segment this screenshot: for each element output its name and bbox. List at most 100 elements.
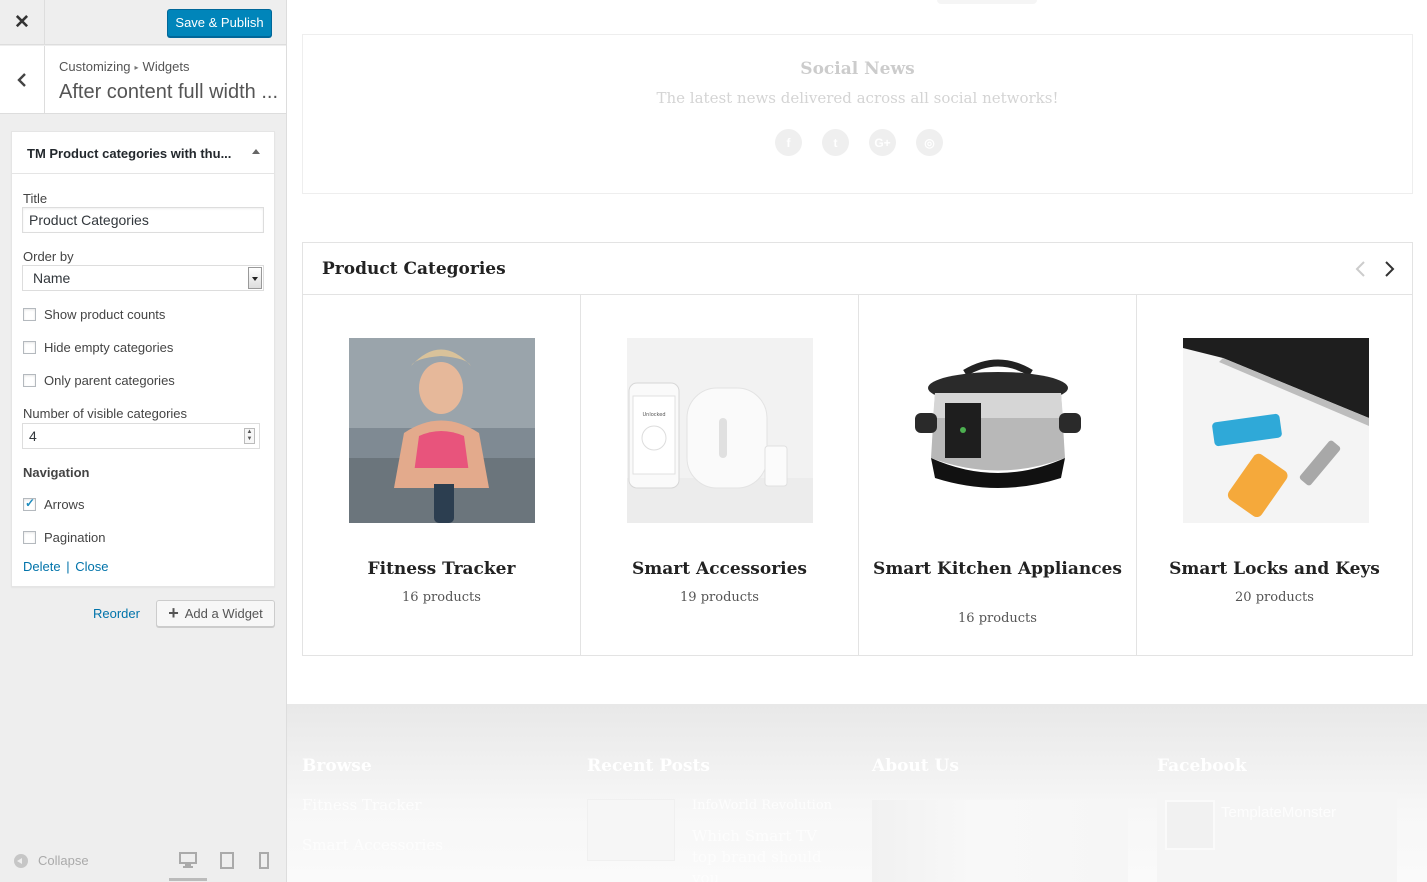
decorative-shape <box>937 0 1037 4</box>
back-button[interactable] <box>0 46 45 114</box>
category-count: 19 products <box>680 590 759 605</box>
facebook-icon[interactable]: f <box>775 129 802 156</box>
pagination-label: Pagination <box>44 530 106 545</box>
chevron-left-icon <box>17 73 26 87</box>
order-by-select[interactable]: Name <box>22 265 264 291</box>
title-input[interactable]: Product Categories <box>22 207 264 233</box>
arrows-option[interactable]: Arrows <box>23 496 85 512</box>
category-count: 16 products <box>402 590 481 605</box>
section-header: Customizing ▸ Widgets After content full w… <box>0 46 286 114</box>
arrows-checkbox[interactable] <box>23 496 36 511</box>
social-news-title: Social News <box>800 59 915 79</box>
customizer-sidebar: ✕ Save & Publish Customizing ▸ Widgets Aft… <box>0 0 287 882</box>
customizer-header-actions: ✕ Save & Publish <box>0 0 286 45</box>
close-customizer-button[interactable]: ✕ <box>0 0 45 45</box>
google-plus-icon[interactable]: G+ <box>869 129 896 156</box>
only-parent-option[interactable]: Only parent categories <box>23 373 175 388</box>
category-count: 20 products <box>1235 590 1314 605</box>
chevron-left-icon[interactable] <box>1354 259 1366 279</box>
product-categories-header: Product Categories <box>303 243 1412 295</box>
hide-empty-label: Hide empty categories <box>44 340 174 355</box>
breadcrumb-root: Customizing <box>59 59 131 74</box>
hide-empty-option[interactable]: Hide empty categories <box>23 340 173 355</box>
title-label: Title <box>23 191 48 206</box>
product-categories-title: Product Categories <box>322 259 506 279</box>
post-thumbnail-image[interactable] <box>587 799 675 861</box>
desktop-preview-icon[interactable] <box>169 852 207 881</box>
number-spinner-icon[interactable]: ▲ ▼ <box>244 428 255 444</box>
templatemonster-logo-icon <box>1165 800 1215 850</box>
twitter-icon[interactable]: t <box>822 129 849 156</box>
category-card[interactable]: Smart Kitchen Appliances 16 products <box>859 295 1137 655</box>
site-footer: Browse Fitness Tracker Smart Accessories… <box>287 704 1427 882</box>
close-icon: ✕ <box>14 12 30 33</box>
facebook-page-name[interactable]: TemplateMonster <box>1221 804 1336 821</box>
footer-browse-link[interactable]: Fitness Tracker <box>302 796 422 814</box>
widget-header[interactable]: TM Product categories with thu... <box>12 132 274 174</box>
customizer-footer: Collapse <box>0 842 286 882</box>
arrows-label: Arrows <box>44 497 85 512</box>
category-name[interactable]: Fitness Tracker <box>313 558 570 581</box>
delete-widget-link[interactable]: Delete <box>23 559 61 574</box>
footer-facebook-heading: Facebook <box>1157 756 1247 776</box>
category-name[interactable]: Smart Kitchen Appliances <box>869 558 1126 581</box>
category-count: 16 products <box>958 611 1037 626</box>
category-card[interactable]: Fitness Tracker 16 products <box>303 295 581 655</box>
smart-kitchen-appliances-image[interactable] <box>905 338 1091 523</box>
smart-locks-and-keys-image[interactable] <box>1183 338 1369 523</box>
show-counts-checkbox[interactable] <box>23 308 36 321</box>
plus-icon: + <box>168 603 179 623</box>
post-title-link[interactable]: Which Smart TV top brand should you <box>692 826 842 882</box>
footer-browse-heading: Browse <box>302 756 372 776</box>
category-card[interactable]: Unlocked Smart Accessories 19 products <box>581 295 859 655</box>
fitness-tracker-image[interactable] <box>349 338 535 523</box>
footer-browse-link[interactable]: Smart Accessories <box>302 836 443 854</box>
post-meta: InfoWorld Revolution <box>692 798 833 813</box>
dropdown-arrow-icon <box>248 267 262 289</box>
collapse-label: Collapse <box>38 853 89 868</box>
site-preview: Social News The latest news delivered ac… <box>287 0 1427 882</box>
footer-recent-posts-heading: Recent Posts <box>587 756 710 776</box>
product-categories-grid: Fitness Tracker 16 products Unlocked Sma… <box>303 295 1412 655</box>
widget-actions: Delete | Close <box>23 559 108 574</box>
visible-categories-value: 4 <box>29 428 37 444</box>
navigation-heading: Navigation <box>23 465 90 480</box>
pagination-option[interactable]: Pagination <box>23 530 105 545</box>
social-icons: f t G+ ◎ <box>775 129 943 156</box>
chevron-right-icon[interactable] <box>1384 259 1396 279</box>
breadcrumb-separator-icon: ▸ <box>134 63 139 72</box>
category-card[interactable]: Smart Locks and Keys 20 products <box>1137 295 1412 655</box>
facebook-page-widget[interactable]: TemplateMonster <box>1157 792 1397 882</box>
order-by-value: Name <box>33 270 71 286</box>
collapse-button[interactable]: Collapse <box>14 853 89 868</box>
save-publish-button[interactable]: Save & Publish <box>167 9 272 37</box>
hide-empty-checkbox[interactable] <box>23 341 36 354</box>
widget-title: TM Product categories with thu... <box>27 146 232 161</box>
social-news-subtitle: The latest news delivered across all soc… <box>656 89 1059 107</box>
about-us-image <box>872 800 1128 882</box>
visible-categories-input[interactable]: 4 ▲ ▼ <box>22 423 260 449</box>
category-name[interactable]: Smart Locks and Keys <box>1147 558 1402 581</box>
add-widget-button[interactable]: + Add a Widget <box>156 600 275 627</box>
collapse-icon <box>14 853 28 868</box>
category-name[interactable]: Smart Accessories <box>591 558 848 581</box>
breadcrumb-current: Widgets <box>142 59 190 74</box>
only-parent-checkbox[interactable] <box>23 374 36 387</box>
widget-panel: TM Product categories with thu... Title … <box>11 131 275 587</box>
collapse-arrow-icon[interactable] <box>252 149 260 154</box>
close-widget-link[interactable]: Close <box>75 559 108 574</box>
show-counts-label: Show product counts <box>44 307 166 322</box>
pagination-checkbox[interactable] <box>23 531 36 544</box>
mobile-preview-icon[interactable] <box>258 852 276 870</box>
show-counts-option[interactable]: Show product counts <box>23 307 165 322</box>
tablet-preview-icon[interactable] <box>219 852 237 870</box>
add-widget-label: Add a Widget <box>184 606 263 621</box>
svg-text:Unlocked: Unlocked <box>643 412 666 418</box>
product-categories-widget: Product Categories Fitness Tracker 16 pr… <box>302 242 1413 656</box>
smart-accessories-image[interactable]: Unlocked <box>627 338 813 523</box>
only-parent-label: Only parent categories <box>44 373 175 388</box>
instagram-icon[interactable]: ◎ <box>916 129 943 156</box>
section-title: After content full width ... <box>59 81 278 103</box>
reorder-link[interactable]: Reorder <box>93 606 140 621</box>
social-news-section: Social News The latest news delivered ac… <box>302 34 1413 194</box>
